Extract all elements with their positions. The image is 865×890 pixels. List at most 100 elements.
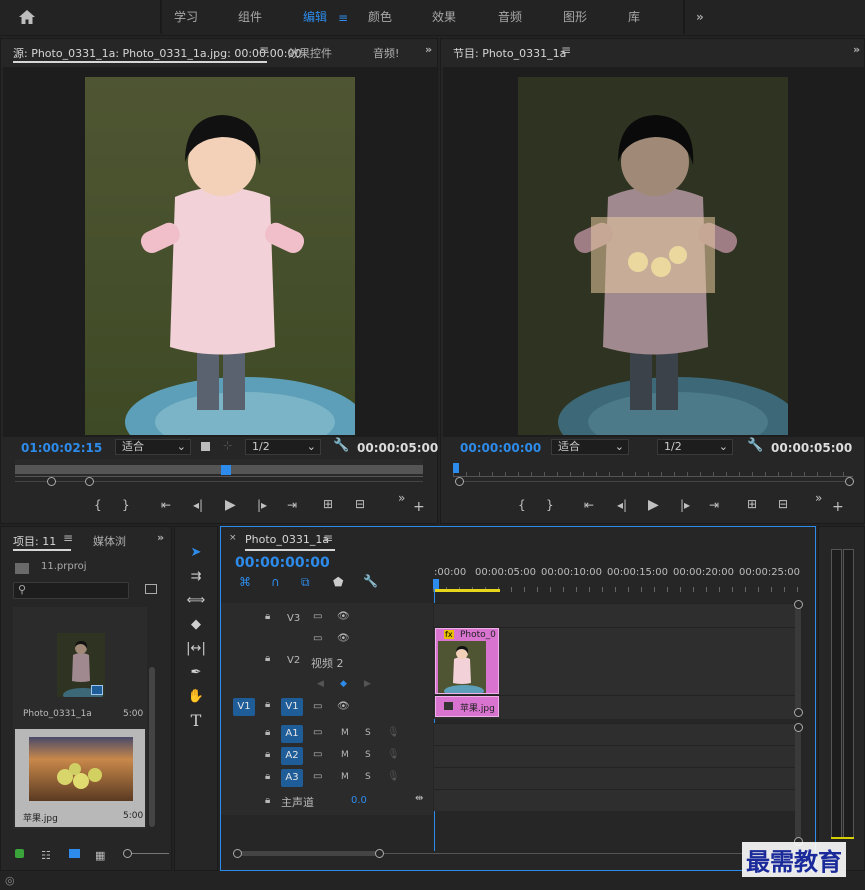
extract-button[interactable]: ⊟: [778, 497, 788, 511]
track-lane-a3[interactable]: [434, 767, 798, 789]
lock-icon[interactable]: [15, 849, 24, 858]
wrench-icon[interactable]: 🔧: [363, 574, 378, 588]
lock-icon[interactable]: 🔒︎: [265, 653, 270, 664]
linked-selection-icon[interactable]: ⧉: [301, 575, 310, 590]
program-playhead[interactable]: [453, 463, 459, 473]
step-forward-button[interactable]: |▸: [257, 498, 267, 512]
step-forward-button[interactable]: |▸: [680, 498, 690, 512]
workspace-tab-graphics[interactable]: 图形: [563, 0, 587, 34]
lock-icon[interactable]: 🔒︎: [265, 771, 270, 782]
workspace-tab-learn[interactable]: 学习: [174, 0, 198, 34]
ripple-edit-tool-icon[interactable]: ⟺: [185, 591, 207, 611]
insert-icon[interactable]: ⊹: [223, 439, 232, 452]
track-target-a2[interactable]: A2: [281, 747, 303, 765]
workspace-menu-icon[interactable]: ≡: [338, 11, 348, 25]
play-button[interactable]: ▶: [648, 497, 659, 513]
button-overflow-icon[interactable]: »: [815, 491, 822, 505]
mark-out-button[interactable]: }: [122, 498, 130, 512]
microphone-icon[interactable]: 🎙︎: [387, 771, 400, 782]
mute-button[interactable]: M: [341, 728, 349, 738]
panel-menu-icon[interactable]: ≡: [63, 531, 73, 545]
solo-button[interactable]: S: [365, 772, 371, 782]
microphone-icon[interactable]: 🎙︎: [387, 749, 400, 760]
panel-menu-icon[interactable]: ≡: [323, 531, 333, 545]
zoom-handle-left[interactable]: [455, 477, 464, 486]
track-lane-master[interactable]: [434, 789, 798, 811]
lock-icon[interactable]: 🔒︎: [265, 727, 270, 738]
sync-lock-icon[interactable]: ▭: [313, 749, 322, 760]
project-item-photo[interactable]: Photo_0331_1a 5:00: [15, 609, 145, 725]
tab-audio-mixer[interactable]: 音频!: [373, 45, 399, 61]
panel-overflow-icon[interactable]: »: [157, 531, 164, 544]
eye-icon[interactable]: 👁︎: [337, 611, 350, 622]
program-time-ruler[interactable]: [453, 461, 853, 477]
workspace-tab-assembly[interactable]: 组件: [238, 0, 262, 34]
lock-icon[interactable]: 🔒︎: [265, 611, 270, 622]
solo-button[interactable]: S: [365, 728, 371, 738]
add-keyframe-icon[interactable]: ◆: [340, 679, 347, 689]
add-button-icon[interactable]: +: [413, 499, 425, 515]
audio-vertical-scrollbar[interactable]: [795, 723, 801, 839]
tab-sequence[interactable]: Photo_0331_1a: [245, 533, 329, 546]
go-to-out-button[interactable]: ⇥: [287, 498, 297, 512]
zoom-handle-right[interactable]: [845, 477, 854, 486]
tab-project[interactable]: 项目: 11: [13, 533, 56, 549]
panel-menu-icon[interactable]: ≡: [561, 43, 571, 57]
program-zoom-dropdown[interactable]: 适合 ⌄: [551, 439, 629, 455]
lock-icon[interactable]: 🔒︎: [265, 795, 270, 806]
mark-in-button[interactable]: {: [94, 498, 102, 512]
add-button-icon[interactable]: +: [832, 499, 844, 515]
workspace-tab-edit[interactable]: 编辑: [303, 0, 327, 34]
source-patch-v1[interactable]: V1: [233, 698, 255, 716]
sync-lock-icon[interactable]: ▭: [313, 701, 322, 712]
next-keyframe-icon[interactable]: ▶: [364, 679, 371, 689]
panel-overflow-icon[interactable]: »: [853, 43, 860, 56]
source-resolution-dropdown[interactable]: 1/2 ⌄: [245, 439, 321, 455]
go-to-out-button[interactable]: ⇥: [709, 498, 719, 512]
source-current-timecode[interactable]: 01:00:02:15: [21, 441, 102, 455]
project-scrollbar[interactable]: [149, 667, 155, 827]
freeform-view-icon[interactable]: ▦: [95, 849, 105, 862]
eye-icon[interactable]: 👁︎: [337, 633, 350, 644]
master-volume-value[interactable]: 0.0: [351, 795, 367, 806]
track-select-tool-icon[interactable]: ⇉: [185, 567, 207, 587]
settings-square-icon[interactable]: [201, 442, 210, 451]
program-resolution-dropdown[interactable]: 1/2 ⌄: [657, 439, 733, 455]
mute-button[interactable]: M: [341, 750, 349, 760]
scroll-handle[interactable]: [794, 600, 803, 609]
workspace-tab-color[interactable]: 颜色: [368, 0, 392, 34]
timeline-playhead[interactable]: [433, 579, 439, 589]
mark-out-button[interactable]: }: [546, 498, 554, 512]
horizontal-scroll-thumb[interactable]: [237, 851, 379, 856]
zoom-slider-handle[interactable]: [123, 849, 132, 858]
workspace-overflow-icon[interactable]: »: [696, 0, 704, 34]
insert-button[interactable]: ⊞: [323, 497, 333, 511]
solo-button[interactable]: S: [365, 750, 371, 760]
source-zoom-dropdown[interactable]: 适合 ⌄: [115, 439, 191, 455]
go-to-in-button[interactable]: ⇤: [161, 498, 171, 512]
track-lane-a2[interactable]: [434, 745, 798, 767]
project-item-apple[interactable]: 苹果.jpg 5:00: [15, 729, 145, 827]
overwrite-button[interactable]: ⊟: [355, 497, 365, 511]
tab-media-browser[interactable]: 媒体浏: [93, 533, 126, 549]
sync-lock-icon[interactable]: ▭: [313, 727, 322, 738]
panel-menu-icon[interactable]: ≡: [259, 43, 269, 57]
work-area-bar[interactable]: [434, 589, 500, 592]
sync-lock-icon[interactable]: ▭: [313, 633, 322, 644]
nest-toggle-icon[interactable]: ⌘: [239, 575, 251, 589]
snap-icon[interactable]: ∩: [271, 575, 280, 589]
scroll-handle[interactable]: [794, 708, 803, 717]
add-marker-icon[interactable]: ⬟: [333, 575, 343, 589]
microphone-icon[interactable]: 🎙︎: [387, 727, 400, 738]
track-target-v1[interactable]: V1: [281, 698, 303, 716]
tab-effect-controls[interactable]: 效果控件: [288, 45, 332, 61]
wrench-icon[interactable]: 🔧: [333, 438, 349, 453]
status-indicator-icon[interactable]: ◎: [5, 874, 15, 887]
timeline-timecode[interactable]: 00:00:00:00: [235, 555, 330, 571]
program-current-timecode[interactable]: 00:00:00:00: [460, 441, 541, 455]
zoom-handle-left[interactable]: [233, 849, 242, 858]
go-to-in-button[interactable]: ⇤: [584, 498, 594, 512]
slip-tool-icon[interactable]: |↔|: [185, 639, 207, 659]
home-icon[interactable]: [18, 9, 36, 25]
video-vertical-scrollbar[interactable]: [795, 603, 801, 715]
